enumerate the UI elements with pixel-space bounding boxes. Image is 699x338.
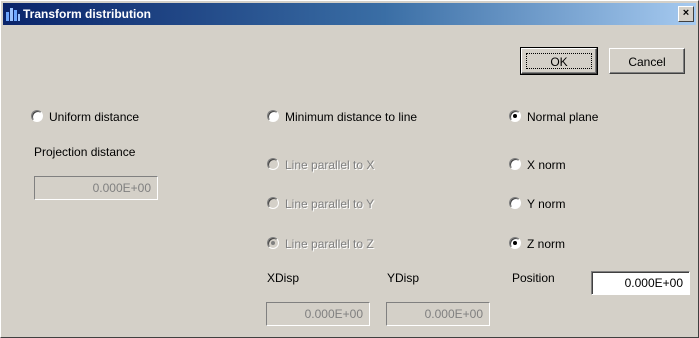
radio-circle (267, 237, 279, 249)
radio-label: Y norm (527, 197, 566, 211)
ydisp-label: YDisp (387, 271, 420, 285)
radio-label: Z norm (527, 237, 566, 251)
radio-label: Line parallel to Y (285, 197, 375, 211)
radio-dot (513, 241, 517, 245)
radio-label: Line parallel to Z (285, 237, 374, 251)
window-title: Transform distribution (23, 7, 152, 21)
radio-dot (271, 241, 275, 245)
radio-circle (509, 197, 521, 209)
radio-circle (267, 158, 279, 170)
position-label: Position (512, 271, 555, 285)
focus-rect (526, 53, 592, 69)
radio-label: Uniform distance (49, 110, 140, 124)
xdisp-field: 0.000E+00 (266, 302, 370, 326)
close-icon: × (682, 7, 690, 19)
dialog-window: Transform distribution × OK Cancel Unifo… (0, 0, 699, 338)
radio-circle (509, 110, 521, 122)
title-bar: Transform distribution × (3, 3, 696, 25)
position-input[interactable]: 0.000E+00 (591, 271, 690, 295)
ok-button[interactable]: OK (520, 47, 598, 75)
radio-label: Minimum distance to line (285, 110, 418, 124)
xdisp-label: XDisp (267, 271, 300, 285)
app-icon (6, 8, 20, 21)
radio-dot (513, 114, 517, 118)
radio-circle (509, 158, 521, 170)
radio-circle (267, 197, 279, 209)
radio-label: Line parallel to X (285, 158, 375, 172)
radio-circle (509, 237, 521, 249)
cancel-button[interactable]: Cancel (609, 48, 685, 74)
radio-label: Normal plane (527, 110, 599, 124)
radio-label: X norm (527, 158, 566, 172)
projection-distance-field: 0.000E+00 (34, 176, 158, 200)
radio-circle (267, 110, 279, 122)
projection-distance-label: Projection distance (34, 145, 136, 159)
radio-circle (31, 110, 43, 122)
close-button[interactable]: × (678, 6, 694, 22)
cancel-button-label: Cancel (628, 55, 666, 69)
ydisp-field: 0.000E+00 (386, 302, 490, 326)
